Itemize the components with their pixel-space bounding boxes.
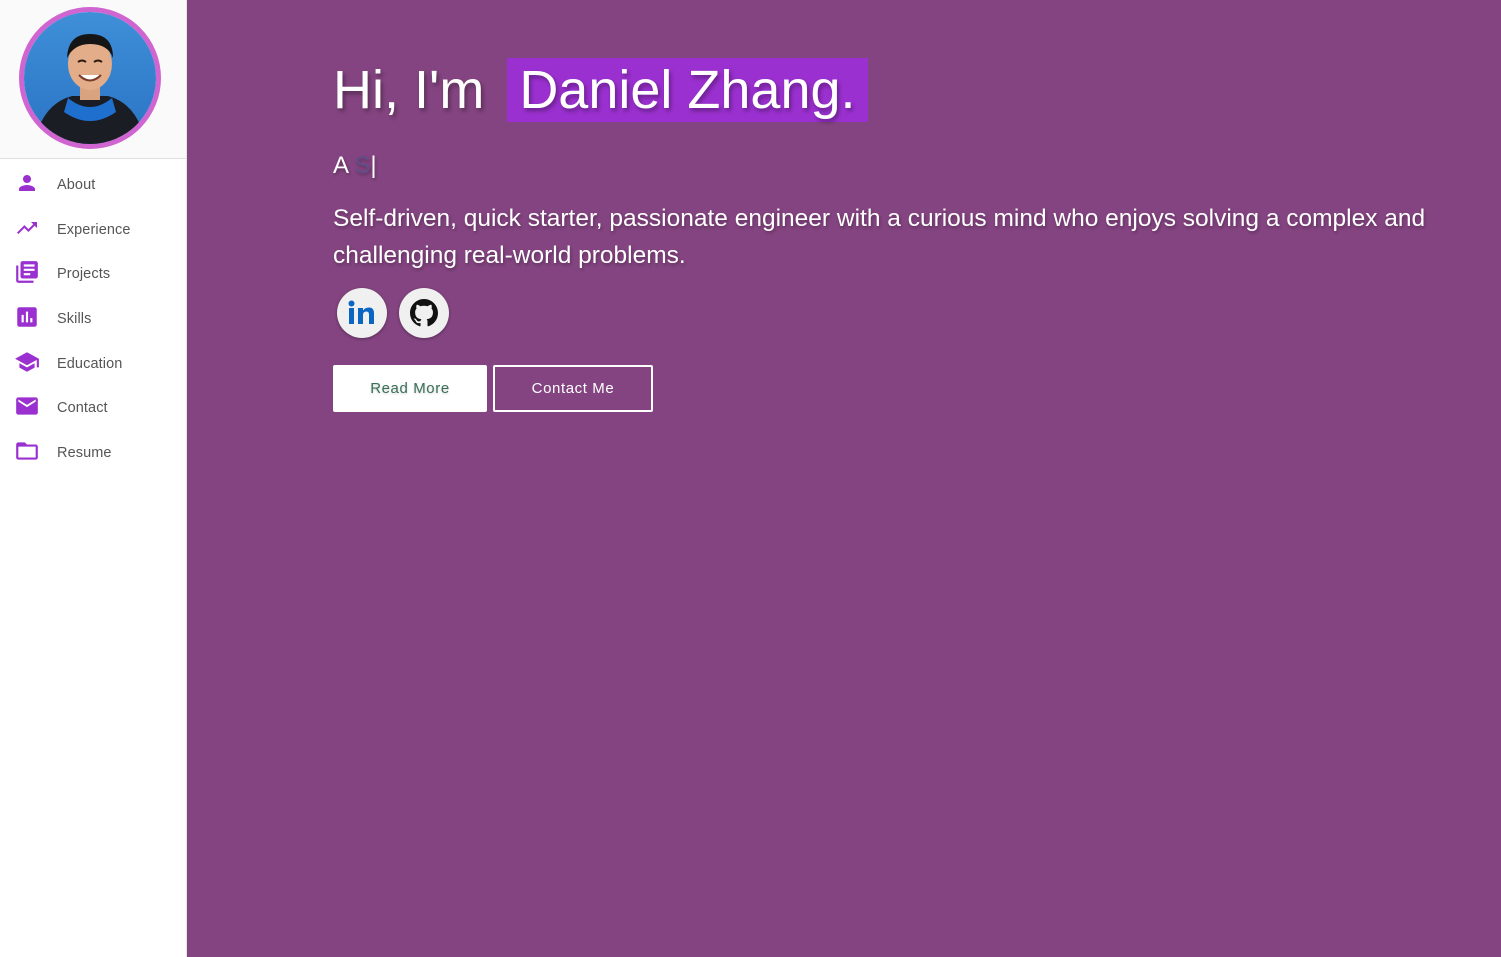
sidebar-item-skills[interactable]: Skills (0, 297, 186, 342)
sidebar-item-resume[interactable]: Resume (0, 431, 186, 476)
typed-prefix: A (333, 152, 348, 179)
avatar[interactable] (19, 7, 161, 149)
hero-name: Daniel Zhang. (507, 58, 868, 122)
sidebar-item-about[interactable]: About (0, 163, 186, 208)
typing-cursor: | (370, 152, 377, 179)
linkedin-link[interactable] (337, 288, 387, 338)
sidebar-item-label: Education (57, 355, 123, 372)
mail-icon (13, 392, 41, 420)
sidebar-item-projects[interactable]: Projects (0, 252, 186, 297)
sidebar-item-label: Skills (57, 311, 92, 328)
sidebar-nav: About Experience Projects Skills Educati… (0, 159, 186, 475)
hero-section: Hi, I'm Daniel Zhang. A S| Self-driven, … (187, 0, 1501, 957)
github-link[interactable] (399, 288, 449, 338)
hero-greeting: Hi, I'm Daniel Zhang. (333, 56, 1453, 124)
social-links (333, 288, 1453, 338)
sidebar: About Experience Projects Skills Educati… (0, 0, 187, 957)
bar-chart-icon (13, 303, 41, 331)
read-more-button[interactable]: Read More (333, 365, 487, 412)
hero-tagline: Self-driven, quick starter, passionate e… (333, 205, 1426, 269)
linkedin-icon (348, 300, 374, 324)
sidebar-item-label: Contact (57, 400, 108, 417)
sidebar-item-experience[interactable]: Experience (0, 208, 186, 253)
hero-content: Hi, I'm Daniel Zhang. A S| Self-driven, … (333, 56, 1453, 412)
contact-me-button[interactable]: Contact Me (493, 365, 653, 412)
sidebar-item-label: Resume (57, 444, 112, 461)
app-root: About Experience Projects Skills Educati… (0, 0, 1501, 957)
sidebar-item-contact[interactable]: Contact (0, 386, 186, 431)
sidebar-item-education[interactable]: Education (0, 341, 186, 386)
avatar-photo (24, 12, 156, 144)
sidebar-item-label: About (57, 177, 96, 194)
github-icon (410, 299, 438, 327)
sidebar-item-label: Experience (57, 221, 131, 238)
library-books-icon (13, 258, 41, 286)
trending-up-icon (13, 214, 41, 242)
school-icon (13, 348, 41, 376)
person-icon (13, 169, 41, 197)
sidebar-item-label: Projects (57, 266, 111, 283)
greeting-prefix: Hi, I'm (333, 60, 485, 120)
sidebar-header (0, 0, 186, 159)
hero-actions: Read More Contact Me (333, 365, 1453, 412)
typed-role: A S| (333, 152, 1453, 182)
folder-icon (13, 437, 41, 465)
typed-partial: S (354, 152, 371, 179)
